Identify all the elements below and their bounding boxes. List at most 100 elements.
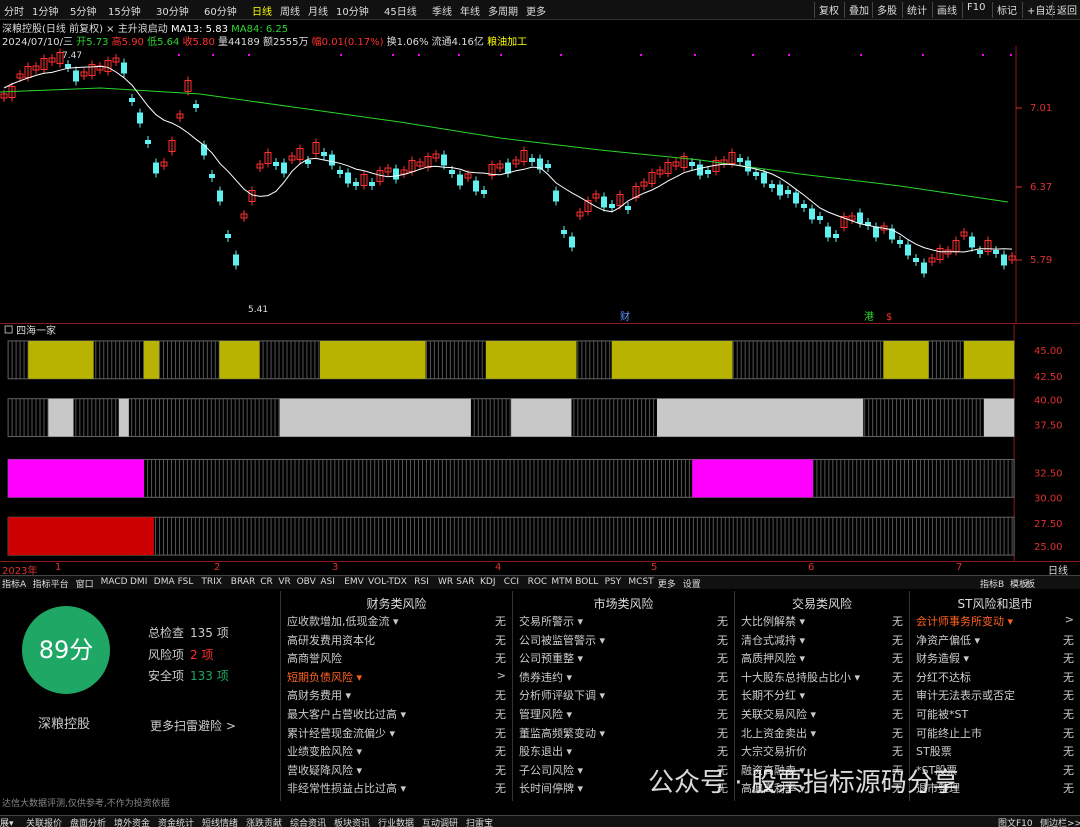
period-tab-13[interactable]: 多周期: [488, 3, 518, 18]
indicator-tab-3[interactable]: MACD: [101, 577, 128, 587]
risk-item[interactable]: 短期负债风险 ▾ >: [287, 669, 506, 687]
indicator-tab-17[interactable]: SAR: [456, 577, 474, 587]
risk-item[interactable]: 股东退出 ▾ 无: [519, 743, 728, 761]
status-tab-1[interactable]: 关联报价: [26, 816, 62, 827]
risk-item[interactable]: 分析师评级下调 ▾ 无: [519, 687, 728, 705]
status-tab-10[interactable]: 互动调研: [422, 816, 458, 827]
toolbar-button-4[interactable]: 画线: [932, 2, 957, 18]
toolbar-button-2[interactable]: 多股: [872, 2, 897, 18]
risk-item[interactable]: 长期不分红 ▾ 无: [741, 687, 903, 705]
risk-item[interactable]: 高研发费用资本化 无: [287, 632, 506, 650]
toolbar-button-6[interactable]: 标记: [992, 2, 1017, 18]
band-frame: [7, 516, 1015, 556]
status-tab-8[interactable]: 板块资讯: [334, 816, 370, 827]
status-tab-9[interactable]: 行业数据: [378, 816, 414, 827]
status-right-1[interactable]: 侧边栏>>: [1040, 816, 1080, 827]
period-tab-12[interactable]: 年线: [460, 3, 480, 18]
status-right-0[interactable]: 图文F10: [998, 816, 1033, 827]
sihai-indicator-chart[interactable]: 四海一家 45.00 42.50 40.00 37.50 32.50 30.00…: [0, 323, 1080, 574]
event-dollar-label: $: [886, 312, 892, 323]
toolbar-button-5[interactable]: F10: [962, 2, 985, 18]
risk-item[interactable]: 财务造假 ▾ 无: [916, 650, 1074, 668]
risk-item[interactable]: 业绩变脸风险 ▾ 无: [287, 743, 506, 761]
risk-item[interactable]: 审计无法表示或否定 无: [916, 687, 1074, 705]
period-tab-8[interactable]: 月线: [308, 3, 328, 18]
status-tab-6[interactable]: 涨跌贡献: [246, 816, 282, 827]
risk-item[interactable]: 累计经营现金流偏少 ▾ 无: [287, 725, 506, 743]
risk-item[interactable]: 高质押风险 ▾ 无: [741, 650, 903, 668]
period-tab-9[interactable]: 10分钟: [336, 3, 369, 18]
risk-item[interactable]: 净资产偏低 ▾ 无: [916, 632, 1074, 650]
risk-item[interactable]: 公司预重整 ▾ 无: [519, 650, 728, 668]
period-tab-1[interactable]: 1分钟: [32, 3, 58, 18]
risk-item[interactable]: 分红不达标 无: [916, 669, 1074, 687]
kline-chart[interactable]: 7.01 6.37 5.79 7.47 5.41 财 港 $: [0, 46, 1080, 323]
period-tab-14[interactable]: 更多: [526, 3, 546, 18]
risk-item[interactable]: ST股票 无: [916, 743, 1074, 761]
more-scan-link[interactable]: 更多扫雷避险 >: [150, 717, 236, 734]
indicator-tab-18[interactable]: KDJ: [480, 577, 496, 587]
risk-item[interactable]: 关联交易风险 ▾ 无: [741, 706, 903, 724]
indicator-tab-16[interactable]: WR: [438, 577, 453, 587]
risk-item[interactable]: 应收款增加,低现金流 ▾ 无: [287, 613, 506, 631]
toolbar-button-0[interactable]: 复权: [814, 2, 839, 18]
indicator-tab-23[interactable]: PSY: [605, 577, 622, 587]
indicator-tab-15[interactable]: RSI: [414, 577, 429, 587]
risk-item[interactable]: 管理风险 ▾ 无: [519, 706, 728, 724]
risk-item[interactable]: 债券违约 ▾ 无: [519, 669, 728, 687]
status-tab-4[interactable]: 资金统计: [158, 816, 194, 827]
risk-item[interactable]: 清仓式减持 ▾ 无: [741, 632, 903, 650]
risk-item[interactable]: 大宗交易折价 无: [741, 743, 903, 761]
toolbar-button-3[interactable]: 统计: [902, 2, 927, 18]
period-tab-4[interactable]: 30分钟: [156, 3, 189, 18]
period-tab-10[interactable]: 45日线: [384, 3, 417, 18]
status-tab-7[interactable]: 综合资讯: [290, 816, 326, 827]
risk-item[interactable]: 十大股东总持股占比小 ▾ 无: [741, 669, 903, 687]
toolbar-button-7[interactable]: +自选: [1022, 2, 1055, 18]
status-tab-5[interactable]: 短线情绪: [202, 816, 238, 827]
risk-item[interactable]: 可能被*ST 无: [916, 706, 1074, 724]
indicator-tab-12[interactable]: ASI: [320, 577, 335, 587]
status-tab-3[interactable]: 境外资金: [114, 816, 150, 827]
period-tab-0[interactable]: 分时: [4, 3, 24, 18]
indicator-tab-6[interactable]: FSL: [178, 577, 194, 587]
risk-item[interactable]: 最大客户占营收比过高 ▾ 无: [287, 706, 506, 724]
toolbar-button-8[interactable]: 返回: [1052, 2, 1077, 18]
status-tab-0[interactable]: 展▾: [0, 816, 14, 827]
indicator-tab-13[interactable]: EMV: [344, 577, 364, 587]
period-tab-3[interactable]: 15分钟: [108, 3, 141, 18]
indicator-tab-14[interactable]: VOL-TDX: [368, 577, 407, 587]
period-tab-7[interactable]: 周线: [280, 3, 300, 18]
indicator-tab-11[interactable]: OBV: [297, 577, 316, 587]
risk-item[interactable]: 交易所警示 ▾ 无: [519, 613, 728, 631]
period-tab-2[interactable]: 5分钟: [70, 3, 96, 18]
indicator-tab-9[interactable]: CR: [260, 577, 273, 587]
indicator-tab-22[interactable]: BOLL: [575, 577, 598, 587]
risk-item[interactable]: 营收疑降风险 ▾ 无: [287, 762, 506, 780]
indicator-tab-8[interactable]: BRAR: [231, 577, 255, 587]
indicator-tab-20[interactable]: ROC: [528, 577, 548, 587]
indicator-tab-7[interactable]: TRIX: [201, 577, 222, 587]
risk-item[interactable]: 会计师事务所变动 ▾ >: [916, 613, 1074, 631]
indicator-tab-5[interactable]: DMA: [154, 577, 175, 587]
indicator-tab-24[interactable]: MCST: [628, 577, 653, 587]
period-tab-6[interactable]: 日线: [252, 3, 272, 18]
period-tab-5[interactable]: 60分钟: [204, 3, 237, 18]
risk-item[interactable]: 可能终止上市 无: [916, 725, 1074, 743]
risk-item[interactable]: 公司被监管警示 ▾ 无: [519, 632, 728, 650]
risk-item[interactable]: 董监高频繁变动 ▾ 无: [519, 725, 728, 743]
indicator-tab-19[interactable]: CCI: [504, 577, 519, 587]
indicator-tab-10[interactable]: VR: [278, 577, 290, 587]
risk-item[interactable]: 北上资金卖出 ▾ 无: [741, 725, 903, 743]
risk-item[interactable]: 非经常性损益占比过高 ▾ 无: [287, 780, 506, 798]
toolbar-button-1[interactable]: 叠加: [844, 2, 869, 18]
period-tab-11[interactable]: 季线: [432, 3, 452, 18]
indicator-tab-4[interactable]: DMI: [130, 577, 147, 587]
status-tab-2[interactable]: 盘面分析: [70, 816, 106, 827]
risk-item[interactable]: 高财务费用 ▾ 无: [287, 687, 506, 705]
indicator-tab-21[interactable]: MTM: [551, 577, 572, 587]
status-tab-11[interactable]: 扫雷宝: [466, 816, 493, 827]
risk-item[interactable]: 高商誉风险 无: [287, 650, 506, 668]
risk-item-value: 无: [1063, 652, 1074, 666]
risk-item[interactable]: 大比例解禁 ▾ 无: [741, 613, 903, 631]
